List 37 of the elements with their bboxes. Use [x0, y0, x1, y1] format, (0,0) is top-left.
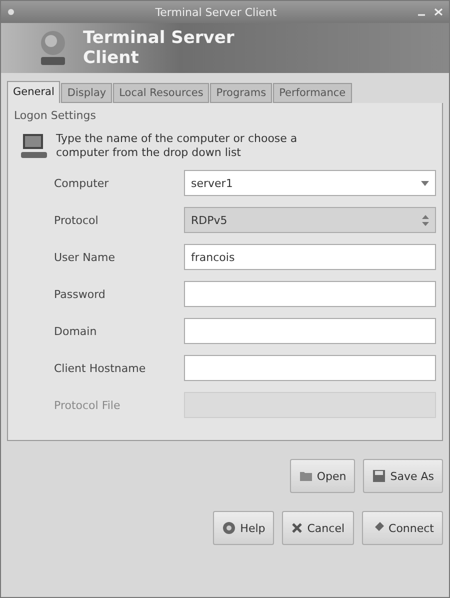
tab[interactable]: General	[7, 81, 60, 103]
field-label: Domain	[54, 324, 98, 338]
tab[interactable]: Display	[61, 83, 112, 103]
cancel-icon	[291, 522, 304, 534]
open-button[interactable]: Open	[290, 459, 356, 493]
connect-button[interactable]: Connect	[362, 511, 443, 545]
window-title: Terminal Server Client	[155, 6, 277, 18]
folder-icon	[298, 470, 313, 482]
field-label: Password	[54, 288, 106, 300]
instruction-text: Type the name of the computer or choose a computer from the drop down list	[56, 132, 298, 160]
computer-icon	[20, 132, 48, 160]
text-field[interactable]	[184, 355, 436, 381]
window-controls-icon[interactable]	[417, 8, 443, 16]
save-as-button[interactable]: Save As	[363, 459, 443, 493]
field-label: Client Hostname	[54, 362, 147, 374]
tab[interactable]: Local Resources	[113, 83, 210, 103]
help-icon	[222, 521, 236, 535]
text-field[interactable]: francois	[184, 244, 436, 270]
text-field[interactable]	[184, 281, 436, 307]
field-label: Protocol File	[54, 398, 122, 412]
help-button[interactable]: Help	[213, 511, 274, 545]
tab[interactable]: Programs	[210, 83, 272, 103]
combo-box[interactable]: server1	[184, 170, 436, 196]
section-title: Logon Settings	[14, 109, 97, 122]
floppy-icon	[372, 469, 386, 483]
protocol-select[interactable]: RDPv5	[184, 207, 436, 233]
field-label: Computer	[54, 176, 110, 190]
banner-subtitle: Client	[83, 48, 140, 68]
dropdown-arrow-icon	[421, 180, 429, 186]
banner-title: Terminal Server	[83, 28, 234, 48]
field-label: Protocol	[54, 214, 100, 226]
cancel-button[interactable]: Cancel	[282, 511, 354, 545]
window-menu-icon[interactable]	[7, 8, 15, 16]
tab[interactable]: Performance	[273, 83, 352, 103]
text-field[interactable]	[184, 318, 436, 344]
updown-arrows-icon	[422, 214, 429, 226]
field-label: User Name	[54, 250, 116, 264]
